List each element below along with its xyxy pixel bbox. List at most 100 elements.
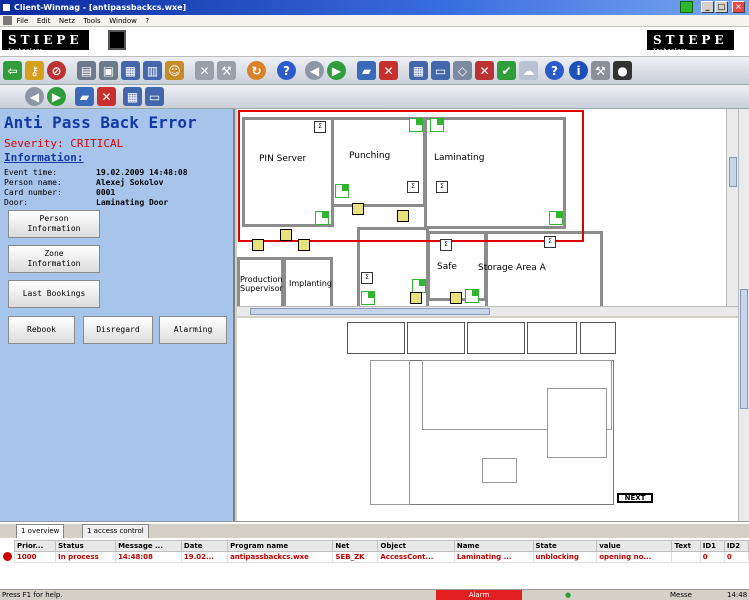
cancel-icon[interactable]: ✕ (97, 87, 116, 106)
cloud-icon[interactable]: ☁ (519, 61, 538, 80)
next-button[interactable]: NEXT (617, 493, 653, 503)
zone-box[interactable] (527, 322, 577, 354)
print-icon[interactable]: ▤ (77, 61, 96, 80)
menu-file[interactable]: File (17, 15, 29, 27)
col-value[interactable]: value (596, 540, 673, 552)
traffic-light-icon[interactable]: ● (613, 61, 632, 80)
close-button[interactable]: × (732, 1, 745, 13)
menu-edit[interactable]: Edit (37, 15, 51, 27)
wrench-icon[interactable]: ⚒ (217, 61, 236, 80)
tag-icon[interactable]: ◇ (453, 61, 472, 80)
rebook-button[interactable]: Rebook (8, 316, 75, 344)
col-object[interactable]: Object (377, 540, 455, 552)
col-program[interactable]: Program name (227, 540, 334, 552)
tools-icon[interactable]: ✕ (195, 61, 214, 80)
hammer-icon[interactable]: ⚒ (591, 61, 610, 80)
disregard-button[interactable]: Disregard (83, 316, 153, 344)
zone-box[interactable] (580, 322, 616, 354)
floor-plan-horizontal-scrollbar[interactable] (237, 306, 738, 316)
folder-icon[interactable]: ▰ (75, 87, 94, 106)
card-reader-icon[interactable] (352, 203, 364, 215)
overview-map[interactable]: NEXT (237, 318, 738, 521)
door-icon[interactable] (465, 289, 479, 303)
col-name[interactable]: Name (453, 540, 534, 552)
col-id2[interactable]: ID2 (723, 540, 749, 552)
report-icon[interactable]: ▭ (145, 87, 164, 106)
users-icon[interactable]: ☺ (165, 61, 184, 80)
sensor-icon[interactable]: Σ (436, 181, 448, 193)
no-access-icon[interactable]: ⊘ (47, 61, 66, 80)
menu-netz[interactable]: Netz (59, 15, 75, 27)
zone-information-button[interactable]: Zone Information (8, 245, 100, 273)
door-icon[interactable] (315, 211, 329, 225)
print-preview-icon[interactable]: ▣ (99, 61, 118, 80)
help-icon-2[interactable]: ? (545, 61, 564, 80)
tab-overview[interactable]: 1 overview (16, 524, 65, 538)
sensor-icon[interactable]: Σ (407, 181, 419, 193)
open-folder-icon[interactable]: ▰ (357, 61, 376, 80)
minimize-button[interactable]: _ (701, 1, 714, 13)
zone-box[interactable] (347, 322, 405, 354)
table-row[interactable]: 1000 In process 14:48:08 19.02... antipa… (13, 551, 749, 563)
col-status[interactable]: Status (55, 540, 117, 552)
door-icon[interactable] (549, 211, 563, 225)
alarm-status-badge[interactable]: Alarm (436, 590, 522, 600)
door-icon[interactable] (412, 279, 426, 293)
forward-icon[interactable]: ▶ (327, 61, 346, 80)
nav-forward-icon[interactable]: ▶ (47, 87, 66, 106)
col-net[interactable]: Net (332, 540, 379, 552)
back-icon[interactable]: ◀ (305, 61, 324, 80)
system-menu-icon[interactable] (3, 16, 12, 25)
col-priority[interactable]: Prior... (13, 540, 57, 552)
door-icon[interactable] (409, 118, 423, 132)
check-icon[interactable]: ✔ (497, 61, 516, 80)
card-reader-icon[interactable] (397, 210, 409, 222)
col-date[interactable]: Date (180, 540, 229, 552)
door-icon[interactable] (361, 291, 375, 305)
sensor-icon[interactable]: Σ (361, 272, 373, 284)
card-reader-icon[interactable] (410, 292, 422, 304)
floor-plan-vertical-scrollbar[interactable] (726, 109, 738, 306)
table-icon[interactable]: ▥ (143, 61, 162, 80)
refresh-icon[interactable]: ↻ (247, 61, 266, 80)
card-reader-icon[interactable] (450, 292, 462, 304)
floor-plan-detail[interactable]: PIN Server Punching Laminating Safe Stor… (237, 109, 738, 306)
col-id1[interactable]: ID1 (699, 540, 725, 552)
menu-window[interactable]: Window (109, 15, 137, 27)
sensor-icon[interactable]: Σ (544, 236, 556, 248)
menu-tools[interactable]: Tools (83, 15, 100, 27)
delete-icon[interactable]: ✕ (379, 61, 398, 80)
alarming-button[interactable]: Alarming (159, 316, 227, 344)
person-information-button[interactable]: Person Information (8, 210, 100, 238)
scroll-thumb[interactable] (250, 308, 490, 315)
last-bookings-button[interactable]: Last Bookings (8, 280, 100, 308)
col-text[interactable]: Text (671, 540, 701, 552)
form-icon[interactable]: ▭ (431, 61, 450, 80)
zone-box[interactable] (467, 322, 525, 354)
menu-help[interactable]: ? (145, 15, 149, 27)
scroll-thumb[interactable] (740, 289, 748, 409)
maximize-button[interactable]: □ (715, 1, 728, 13)
exit-icon[interactable]: ⇦ (3, 61, 22, 80)
door-icon[interactable] (430, 118, 444, 132)
key-icon[interactable]: ⚷ (25, 61, 44, 80)
help-icon[interactable]: ? (277, 61, 296, 80)
tab-access-control[interactable]: 1 access control (82, 524, 149, 538)
col-message[interactable]: Message ... (115, 540, 182, 552)
door-icon[interactable] (335, 184, 349, 198)
card-reader-icon[interactable] (298, 239, 310, 251)
card-reader-icon[interactable] (280, 229, 292, 241)
main-vertical-scrollbar[interactable] (738, 109, 749, 521)
card-reader-icon[interactable] (252, 239, 264, 251)
info-icon[interactable]: i (569, 61, 588, 80)
grid-icon[interactable]: ▦ (409, 61, 428, 80)
zone-box[interactable] (407, 322, 465, 354)
remove-tag-icon[interactable]: ✕ (475, 61, 494, 80)
scroll-thumb[interactable] (729, 157, 737, 187)
window-list-icon[interactable]: ▦ (121, 61, 140, 80)
sensor-icon[interactable]: Σ (440, 239, 452, 251)
nav-back-icon[interactable]: ◀ (25, 87, 44, 106)
sheet-icon[interactable]: ▦ (123, 87, 142, 106)
col-state[interactable]: State (532, 540, 598, 552)
sensor-icon[interactable]: Σ (314, 121, 326, 133)
